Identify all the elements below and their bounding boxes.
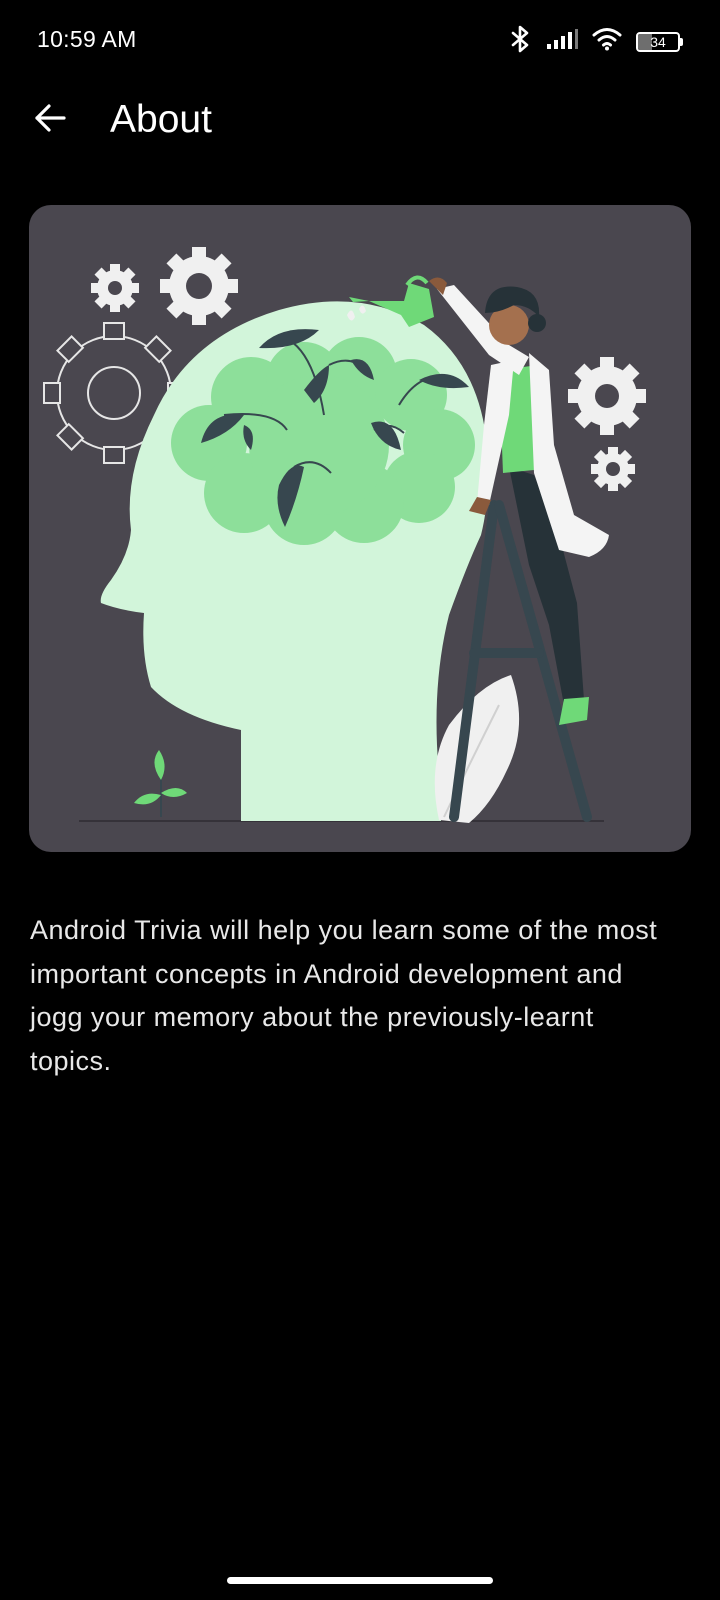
- bluetooth-icon: [508, 24, 532, 59]
- gear-large-icon: [160, 247, 238, 325]
- status-icons: 34: [508, 24, 683, 59]
- wifi-icon: [592, 27, 622, 56]
- home-indicator[interactable]: [227, 1577, 493, 1584]
- top-app-bar: About: [0, 82, 720, 194]
- battery-level: 34: [650, 34, 666, 50]
- arrow-left-icon: [35, 104, 66, 132]
- status-time: 10:59 AM: [37, 26, 137, 52]
- status-bar: 10:59 AM 34: [0, 0, 720, 82]
- illustration-card: [29, 205, 691, 852]
- gear-right-icon: [568, 357, 646, 435]
- about-description: Android Trivia will help you learn some …: [30, 915, 658, 1076]
- signal-icon: [546, 28, 578, 55]
- back-button[interactable]: [22, 90, 78, 146]
- scientist-brain-illustration: [43, 247, 646, 823]
- gear-small-icon: [91, 264, 139, 312]
- gear-right-small-icon: [591, 447, 635, 491]
- battery-icon: 34: [636, 32, 683, 52]
- small-plant-icon: [134, 750, 187, 817]
- page-title: About: [110, 98, 212, 141]
